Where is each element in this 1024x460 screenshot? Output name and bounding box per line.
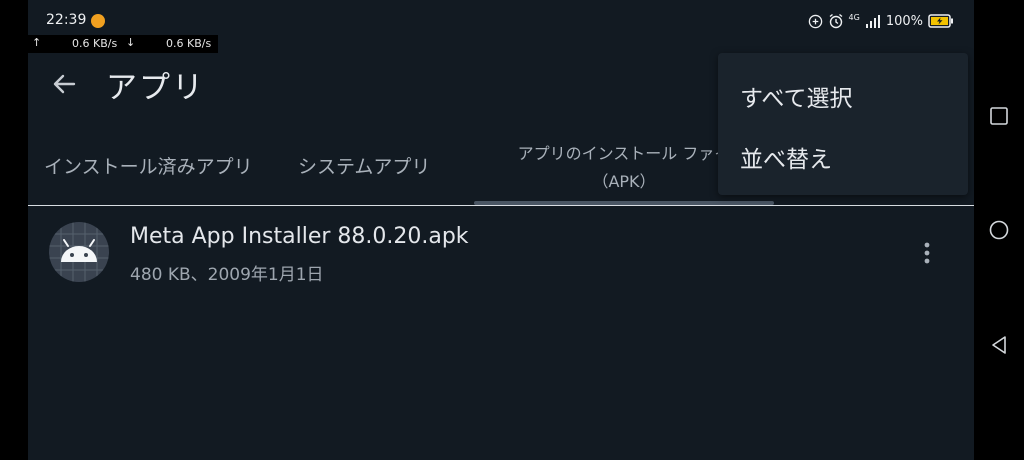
status-icons: 4G 100% (808, 12, 954, 30)
android-icon (49, 222, 109, 282)
menu-item-sort[interactable]: 並べ替え (740, 140, 832, 174)
more-vert-icon[interactable] (916, 238, 938, 268)
network-speed-bar: ↑ 0.6 KB/s ↓ 0.6 KB/s (28, 35, 218, 53)
signal-icon (865, 15, 880, 28)
back-arrow-icon[interactable] (48, 68, 80, 100)
alarm-icon (829, 13, 842, 29)
system-nav-bar (974, 0, 1024, 460)
list-item[interactable]: Meta App Installer 88.0.20.apk 480 KB、20… (28, 212, 974, 292)
left-bezel (0, 0, 28, 460)
tab-system-apps[interactable]: システムアプリ (298, 152, 430, 179)
overflow-menu: すべて選択 並べ替え (718, 53, 968, 195)
tab-divider (28, 205, 974, 206)
download-speed: 0.6 KB/s (166, 37, 212, 50)
download-arrow-icon: ↓ (126, 36, 136, 49)
network-type: 4G (848, 12, 860, 22)
battery-charging-icon (928, 14, 953, 28)
page-title: アプリ (106, 70, 205, 106)
menu-item-select-all[interactable]: すべて選択 (740, 79, 852, 113)
apk-meta: 480 KB、2009年1月1日 (130, 265, 324, 285)
back-triangle-icon[interactable] (988, 334, 1010, 356)
upload-speed: 0.6 KB/s (72, 37, 118, 50)
status-time: 22:39 (46, 12, 87, 28)
recents-square-icon[interactable] (988, 105, 1010, 127)
tab-installed-apps[interactable]: インストール済みアプリ (44, 152, 253, 179)
screen: 22:39 ↑ 0.6 KB/s ↓ 0.6 KB/s 4G 100% アプリ … (28, 0, 974, 460)
home-circle-icon[interactable] (988, 219, 1010, 241)
data-saver-icon (808, 14, 822, 28)
upload-arrow-icon: ↑ (32, 36, 42, 49)
notification-badge-icon (91, 14, 105, 28)
battery-percent: 100% (885, 13, 923, 29)
apk-name: Meta App Installer 88.0.20.apk (130, 224, 469, 249)
